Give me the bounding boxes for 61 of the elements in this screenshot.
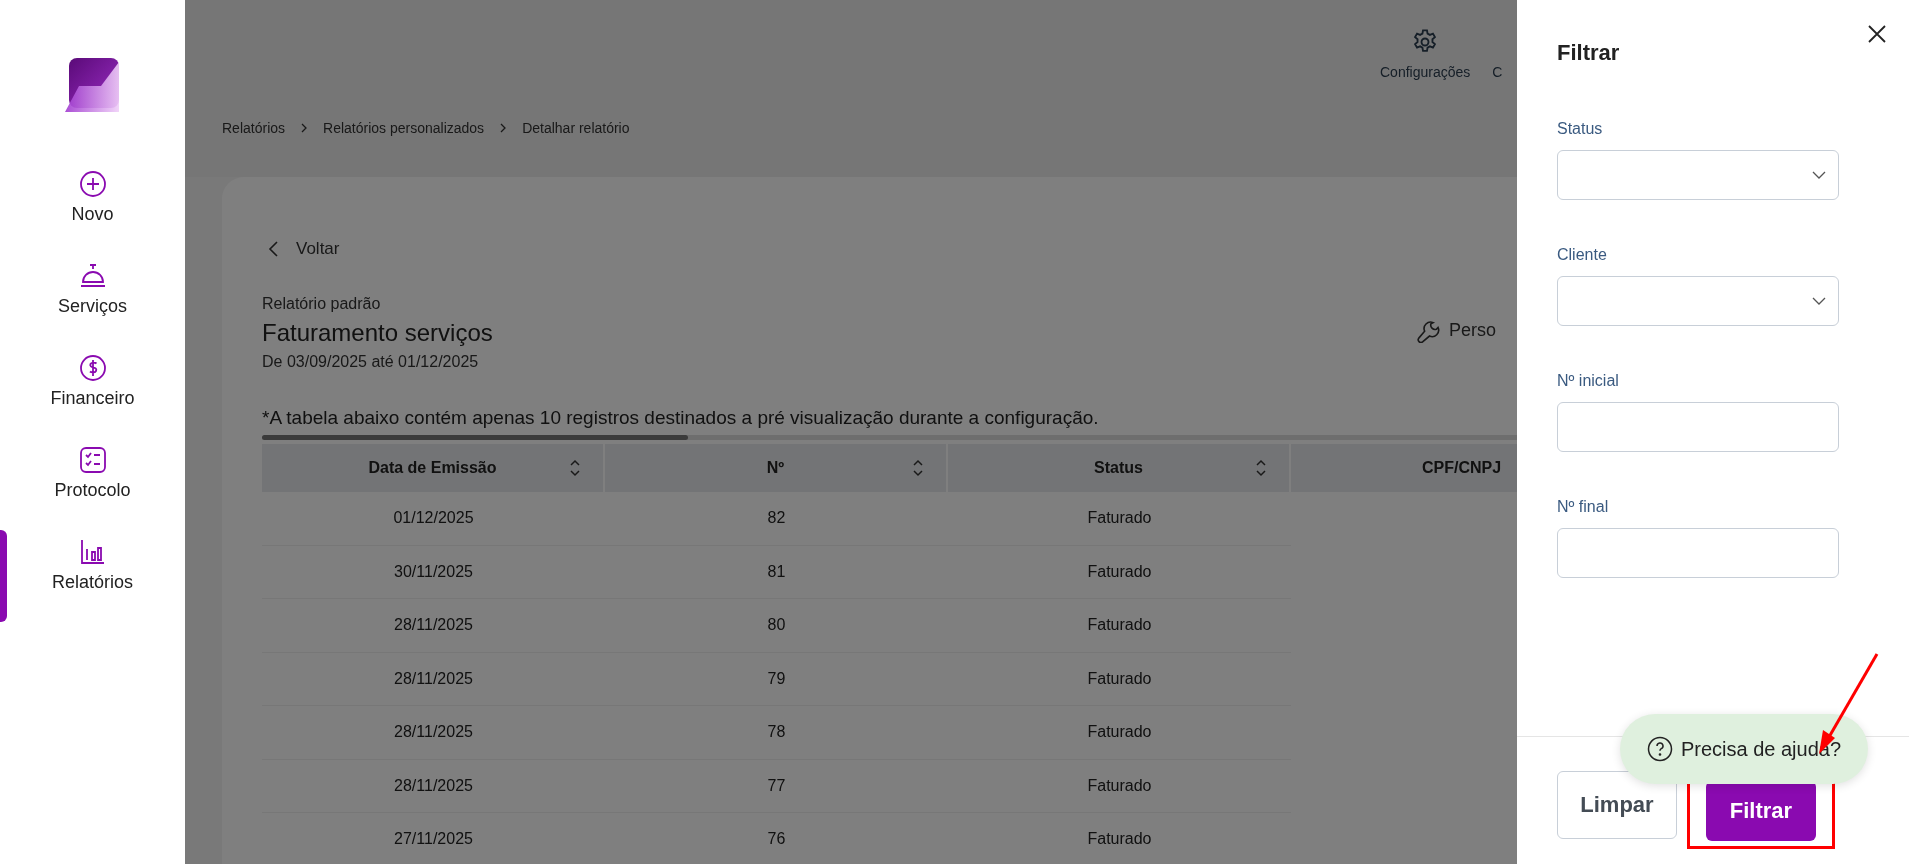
checklist-icon — [78, 446, 107, 474]
bell-icon — [78, 262, 107, 290]
chevron-down-icon — [1812, 297, 1826, 305]
table-cell: 82 — [605, 492, 948, 546]
table-cell: Faturado — [948, 759, 1291, 813]
table-cell: 27/11/2025 — [262, 813, 605, 864]
chevron-left-icon — [268, 240, 280, 258]
table-cell: Faturado — [948, 706, 1291, 760]
header-link[interactable]: Configurações — [1380, 28, 1471, 80]
nav-item[interactable]: Serviços — [0, 254, 185, 346]
nav-item[interactable]: Financeiro — [0, 346, 185, 438]
table-cell: Faturado — [948, 652, 1291, 706]
scrollbar-thumb[interactable] — [262, 435, 688, 440]
report-type: Relatório padrão — [262, 295, 382, 313]
back-link[interactable]: Voltar — [268, 239, 340, 259]
column-header[interactable]: Data de Emissão — [262, 444, 605, 492]
table-cell: 30/11/2025 — [262, 545, 605, 599]
table-cell: 80 — [605, 599, 948, 653]
table-cell: 78 — [605, 706, 948, 760]
table-note: *A tabela abaixo contém apenas 10 registros destinados a pré visualização durante a configuração. — [262, 407, 1100, 429]
close-icon[interactable] — [1867, 24, 1887, 44]
customize-button[interactable]: Perso — [1415, 315, 1497, 345]
table-cell: 01/12/2025 — [262, 492, 605, 546]
bar-chart-icon — [78, 538, 107, 566]
table-cell: 28/11/2025 — [262, 652, 605, 706]
table-cell: 77 — [605, 759, 948, 813]
select-field[interactable] — [1557, 150, 1839, 200]
nav-item[interactable]: Protocolo — [0, 438, 185, 530]
table-cell: 79 — [605, 652, 948, 706]
report-period: De 03/09/2025 até 01/12/2025 — [262, 353, 480, 371]
table-cell: Faturado — [948, 813, 1291, 864]
field-label: Status — [1557, 120, 1604, 138]
question-icon — [1646, 736, 1673, 762]
input-field[interactable] — [1557, 528, 1839, 578]
field-label: Nº final — [1557, 498, 1610, 516]
report-title: Faturamento serviços — [262, 319, 494, 347]
table-cell: 28/11/2025 — [262, 759, 605, 813]
breadcrumb-link[interactable]: Relatórios — [222, 120, 286, 136]
filter-button[interactable]: Filtrar — [1706, 781, 1816, 841]
chevron-down-icon — [1812, 171, 1826, 179]
column-header[interactable]: Status — [948, 444, 1291, 492]
nav-item[interactable]: Relatórios — [0, 530, 185, 622]
table-cell: 81 — [605, 545, 948, 599]
breadcrumb-link[interactable]: Relatórios personalizados — [323, 120, 485, 136]
header-link[interactable]: C — [1492, 28, 1503, 80]
table-cell: 28/11/2025 — [262, 599, 605, 653]
field-label: Nº inicial — [1557, 372, 1620, 390]
drawer-title: Filtrar — [1557, 40, 1621, 66]
select-field[interactable] — [1557, 276, 1839, 326]
nav-item[interactable]: Novo — [0, 162, 185, 254]
table-cell: Faturado — [948, 545, 1291, 599]
table-cell: Faturado — [948, 492, 1291, 546]
table-cell: Faturado — [948, 599, 1291, 653]
table-cell: 76 — [605, 813, 948, 864]
plus-icon — [78, 170, 107, 198]
dollar-icon — [78, 354, 107, 382]
table-cell: 28/11/2025 — [262, 706, 605, 760]
breadcrumb-link[interactable]: Detalhar relatório — [522, 120, 630, 136]
field-label: Cliente — [1557, 246, 1608, 264]
column-header[interactable]: Nº — [605, 444, 948, 492]
input-field[interactable] — [1557, 402, 1839, 452]
